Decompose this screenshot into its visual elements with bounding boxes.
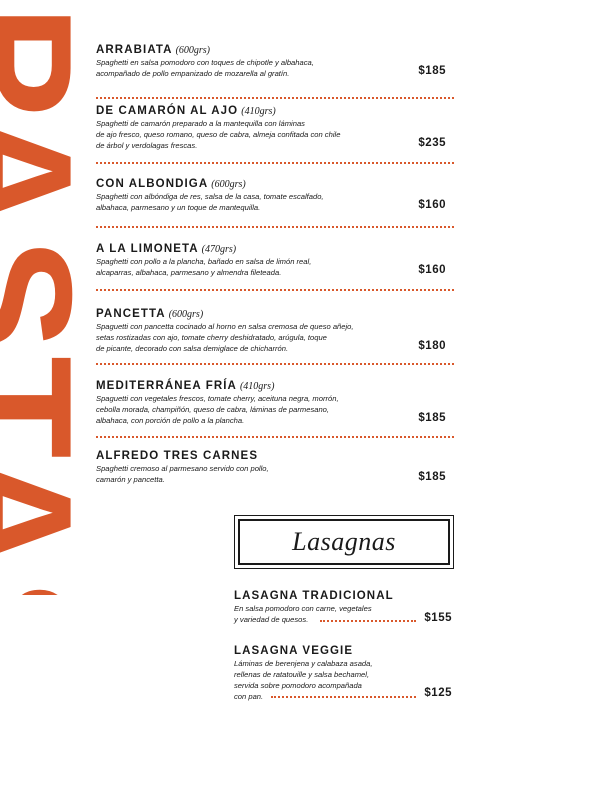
item-description: Spaghetti con albóndiga de res, salsa de… — [96, 192, 324, 212]
item-name: LASAGNA TRADICIONAL — [234, 590, 394, 602]
dotted-divider — [96, 363, 454, 365]
dotted-divider — [96, 162, 454, 164]
lasagnas-heading: Lasagnas — [292, 527, 396, 556]
menu-item-lasagna-veggie: LASAGNA VEGGIE Láminas de berenjena y ca… — [234, 645, 452, 702]
item-description: Spaguetti con pancetta cocinado al horno… — [96, 322, 354, 353]
item-name: ALFREDO TRES CARNES — [96, 450, 259, 462]
item-name: MEDITERRÁNEA FRÍA (410grs) — [96, 380, 275, 392]
dotted-divider — [96, 226, 454, 228]
item-price: $185 — [418, 412, 446, 424]
item-price: $185 — [418, 65, 446, 77]
item-price: $180 — [418, 340, 446, 352]
item-name: ARRABIATA (600grs) — [96, 44, 211, 56]
menu-item-arrabiata: ARRABIATA (600grs) Spaghetti en salsa pom… — [96, 44, 454, 79]
menu-item-mediterranea-fria: MEDITERRÁNEA FRÍA (410grs) Spaguetti con … — [96, 380, 454, 426]
item-price: $125 — [424, 687, 452, 699]
item-description: Spaghetti con pollo a la plancha, bañado… — [96, 257, 312, 277]
dotted-divider — [96, 436, 454, 438]
item-description: Spaguetti con vegetales frescos, tomate … — [96, 394, 339, 425]
item-name: DE CAMARÓN AL AJO (410grs) — [96, 105, 276, 117]
menu-item-con-albondiga: CON ALBONDIGA (600grs) Spaghetti con albó… — [96, 178, 454, 213]
item-name: CON ALBONDIGA (600grs) — [96, 178, 246, 190]
item-price: $235 — [418, 137, 446, 149]
menu-item-camaron-al-ajo: DE CAMARÓN AL AJO (410grs) Spaghetti de c… — [96, 105, 454, 151]
menu-item-alfredo-tres-carnes: ALFREDO TRES CARNES Spaghetti cremoso al… — [96, 450, 454, 485]
dotted-divider — [96, 289, 454, 291]
dotted-divider — [96, 97, 454, 99]
pastas-vertical-heading: PASTAS — [0, 5, 107, 595]
menu-item-lasagna-tradicional: LASAGNA TRADICIONAL En salsa pomodoro co… — [234, 590, 452, 625]
item-price: $155 — [424, 612, 452, 624]
price-leader-dots — [320, 620, 416, 622]
menu-item-pancetta: PANCETTA (600grs) Spaguetti con pancetta … — [96, 308, 454, 354]
menu-item-a-la-limoneta: A LA LIMONETA (470grs) Spaghetti con poll… — [96, 243, 454, 278]
item-price: $160 — [418, 264, 446, 276]
item-description: Spaghetti en salsa pomodoro con toques d… — [96, 58, 314, 78]
item-price: $160 — [418, 199, 446, 211]
item-name: LASAGNA VEGGIE — [234, 645, 354, 657]
item-price: $185 — [418, 471, 446, 483]
item-name: PANCETTA (600grs) — [96, 308, 204, 320]
item-name: A LA LIMONETA (470grs) — [96, 243, 237, 255]
item-description: Spaghetti cremoso al parmesano servido c… — [96, 464, 269, 484]
lasagnas-heading-box: Lasagnas — [234, 515, 454, 569]
item-description: Spaghetti de camarón preparado a la mant… — [96, 119, 341, 150]
price-leader-dots — [271, 696, 416, 698]
